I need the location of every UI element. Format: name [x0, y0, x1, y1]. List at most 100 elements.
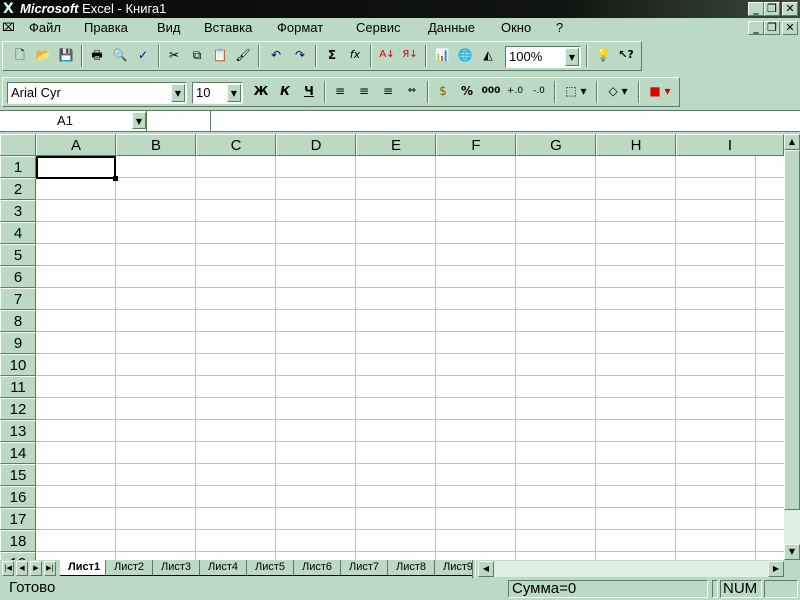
column-header-I[interactable]: I [676, 134, 784, 156]
help-pointer-icon[interactable]: ↖? [615, 45, 637, 67]
align-center-icon[interactable]: ≡ [353, 81, 375, 103]
italic-button[interactable]: К [274, 81, 296, 103]
next-sheet-icon[interactable]: ▶ [30, 561, 42, 576]
underline-button[interactable]: Ч [298, 81, 320, 103]
chevron-down-icon[interactable]: ▼ [565, 48, 579, 66]
fill-color-icon[interactable]: ◇ ▾ [601, 81, 635, 103]
menu-format[interactable]: Формат [277, 19, 323, 37]
column-header-G[interactable]: G [516, 134, 596, 156]
row-header-17[interactable]: 17 [0, 508, 36, 530]
menu-window[interactable]: Окно [501, 19, 531, 37]
thousands-separator-button[interactable]: 000 [480, 81, 502, 103]
paste-icon[interactable]: 📋 [209, 45, 231, 67]
selected-cell[interactable] [36, 156, 116, 179]
align-right-icon[interactable]: ≡ [377, 81, 399, 103]
scroll-down-icon[interactable]: ▼ [784, 544, 800, 560]
print-icon[interactable]: 🖶 [86, 45, 108, 67]
menu-file[interactable]: Файл [29, 19, 61, 37]
sheet-tab-1[interactable]: Лист1 [60, 560, 106, 576]
row-header-5[interactable]: 5 [0, 244, 36, 266]
copy-icon[interactable]: ⧉ [186, 45, 208, 67]
sheet-tab-3[interactable]: Лист3 [153, 560, 200, 576]
name-box[interactable]: A1 ▼ [0, 111, 147, 131]
format-painter-icon[interactable]: 🖌 [232, 45, 254, 67]
column-header-C[interactable]: C [196, 134, 276, 156]
column-header-A[interactable]: A [36, 134, 116, 156]
sheet-tab-5[interactable]: Лист5 [247, 560, 294, 576]
row-header-15[interactable]: 15 [0, 464, 36, 486]
drawing-icon[interactable]: ◭ [477, 45, 499, 67]
menu-insert[interactable]: Вставка [204, 19, 252, 37]
decrease-decimal-icon[interactable]: -.0 [528, 81, 550, 103]
menu-view[interactable]: Вид [157, 19, 181, 37]
column-header-F[interactable]: F [436, 134, 516, 156]
vertical-scroll-thumb[interactable] [784, 150, 800, 510]
sort-descending-icon[interactable]: Я↓ [399, 45, 421, 67]
formula-input[interactable] [212, 113, 798, 129]
sheet-tab-9[interactable]: Лист9 [435, 560, 472, 576]
menu-edit[interactable]: Правка [84, 19, 128, 37]
currency-icon[interactable]: $ [432, 81, 454, 103]
menu-help[interactable]: ? [556, 19, 563, 37]
column-header-D[interactable]: D [276, 134, 356, 156]
row-header-13[interactable]: 13 [0, 420, 36, 442]
column-header-E[interactable]: E [356, 134, 436, 156]
save-icon[interactable]: 💾 [55, 45, 77, 67]
row-header-10[interactable]: 10 [0, 354, 36, 376]
row-header-12[interactable]: 12 [0, 398, 36, 420]
font-color-icon[interactable]: ■ ▾ [643, 81, 677, 103]
borders-icon[interactable]: ⬚ ▾ [559, 81, 593, 103]
row-header-14[interactable]: 14 [0, 442, 36, 464]
row-header-18[interactable]: 18 [0, 530, 36, 552]
sort-ascending-icon[interactable]: A↓ [376, 45, 398, 67]
chart-wizard-icon[interactable]: 📊 [431, 45, 453, 67]
function-wizard-icon[interactable]: fx [344, 45, 366, 67]
doc-restore-icon[interactable]: ❐ [764, 21, 780, 35]
undo-icon[interactable]: ↶ [265, 45, 287, 67]
scroll-left-icon[interactable]: ◀ [478, 561, 494, 577]
column-header-H[interactable]: H [596, 134, 676, 156]
sheet-tab-6[interactable]: Лист6 [294, 560, 341, 576]
row-header-8[interactable]: 8 [0, 310, 36, 332]
percent-button[interactable]: % [456, 81, 478, 103]
font-name-select[interactable]: Arial Cyr ▼ [7, 82, 187, 104]
chevron-down-icon[interactable]: ▼ [227, 84, 241, 102]
print-preview-icon[interactable]: 🔍 [109, 45, 131, 67]
chevron-down-icon[interactable]: ▼ [132, 112, 146, 129]
row-header-9[interactable]: 9 [0, 332, 36, 354]
autosum-icon[interactable]: Σ [321, 45, 343, 67]
font-size-select[interactable]: 10 ▼ [192, 82, 243, 104]
row-header-2[interactable]: 2 [0, 178, 36, 200]
zoom-select[interactable]: 100% ▼ [505, 46, 581, 68]
sheet-tab-4[interactable]: Лист4 [200, 560, 247, 576]
row-header-7[interactable]: 7 [0, 288, 36, 310]
row-header-6[interactable]: 6 [0, 266, 36, 288]
map-icon[interactable]: 🌐 [454, 45, 476, 67]
chevron-down-icon[interactable]: ▼ [171, 84, 185, 102]
document-icon[interactable]: ⌧ [2, 20, 20, 36]
row-header-19[interactable]: 19 [0, 552, 36, 560]
row-header-1[interactable]: 1 [0, 156, 36, 178]
select-all-button[interactable] [0, 134, 36, 156]
first-sheet-icon[interactable]: |◀ [2, 561, 14, 576]
minimize-icon[interactable]: _ [748, 2, 764, 16]
horizontal-scrollbar[interactable]: ◀ ▶ [478, 561, 784, 577]
sheet-tab-7[interactable]: Лист7 [341, 560, 388, 576]
close-icon[interactable]: ✕ [782, 2, 798, 16]
scroll-right-icon[interactable]: ▶ [768, 561, 784, 577]
worksheet-grid[interactable]: ABCDEFGHI 12345678910111213141516171819 [0, 134, 784, 560]
last-sheet-icon[interactable]: ▶| [44, 561, 56, 576]
doc-minimize-icon[interactable]: _ [748, 21, 764, 35]
new-document-icon[interactable]: 🗋 [9, 45, 31, 67]
merge-center-icon[interactable]: ⇔ [401, 81, 423, 103]
row-header-4[interactable]: 4 [0, 222, 36, 244]
align-left-icon[interactable]: ≡ [329, 81, 351, 103]
vertical-scrollbar[interactable]: ▲ ▼ [784, 134, 800, 560]
spelling-icon[interactable]: ✓ [132, 45, 154, 67]
row-header-3[interactable]: 3 [0, 200, 36, 222]
title-bar[interactable]: X Microsoft Excel - Книга1 _ ❐ ✕ [0, 0, 800, 18]
tab-split-handle[interactable] [472, 560, 476, 578]
sheet-tab-2[interactable]: Лист2 [106, 560, 153, 576]
menu-data[interactable]: Данные [428, 19, 475, 37]
row-header-11[interactable]: 11 [0, 376, 36, 398]
